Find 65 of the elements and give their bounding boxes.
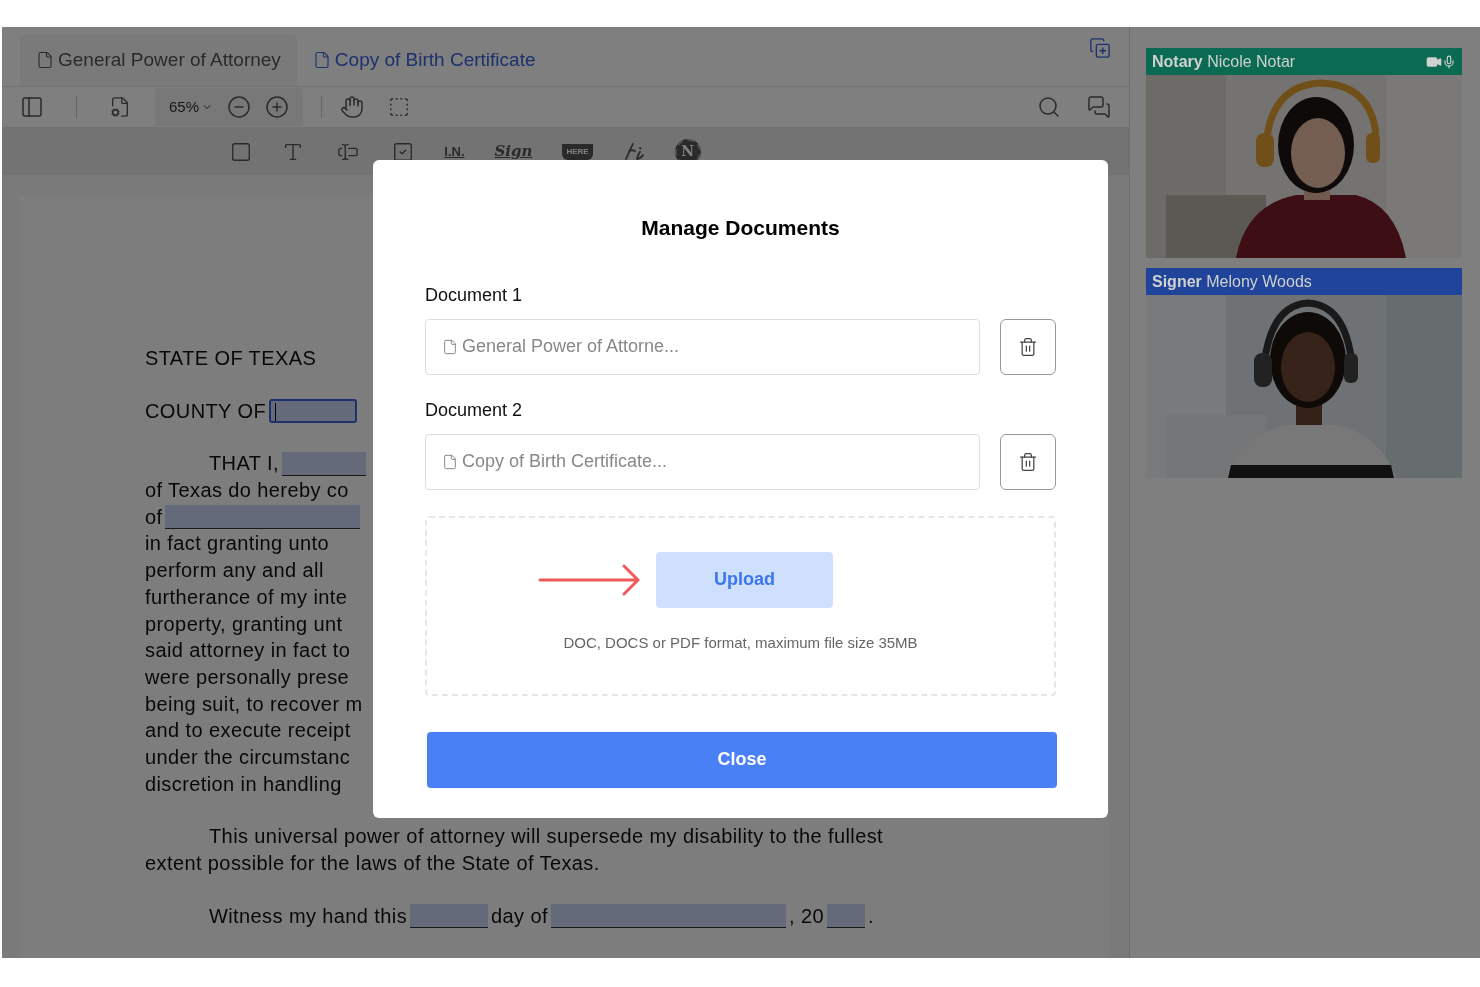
fill-in-field[interactable] — [550, 904, 786, 929]
document-text: of — [145, 504, 163, 530]
participant-label: Notary Nicole Notar — [1152, 51, 1296, 72]
comments-icon[interactable] — [1087, 95, 1111, 119]
participant-label: Signer Melony Woods — [1152, 271, 1312, 292]
document-name-field[interactable]: General Power of Attorne... — [425, 318, 980, 375]
document-text: furtherance of my inte — [145, 584, 348, 610]
fill-in-field[interactable] — [269, 399, 357, 424]
zoom-in-icon[interactable] — [265, 95, 290, 119]
document-text: THAT I, — [209, 451, 279, 477]
upload-button[interactable]: Upload — [656, 551, 833, 608]
search-icon[interactable] — [1037, 95, 1061, 119]
document-text: extent possible for the laws of the State of Texas. — [145, 851, 600, 876]
trash-icon — [1018, 451, 1038, 472]
document-text: of Texas do hereby co — [145, 478, 349, 504]
trash-icon — [1018, 336, 1038, 357]
upload-hint: DOC, DOCS or PDF format, maximum file size 35MB — [563, 632, 918, 653]
document-text: and to execute receipt — [145, 718, 351, 744]
dialog-title: Manage Documents — [640, 215, 841, 241]
document-text: perform any and all — [145, 558, 324, 584]
document-text: day of — [491, 903, 548, 929]
delete-button[interactable] — [1000, 433, 1056, 490]
fill-in-field[interactable] — [165, 505, 361, 530]
delete-button[interactable] — [1000, 318, 1056, 375]
document-name-field[interactable]: Copy of Birth Certificate... — [425, 433, 980, 490]
document-text: , 20 — [788, 903, 824, 929]
add-document-icon[interactable] — [1089, 37, 1111, 59]
fill-in-field[interactable] — [826, 904, 865, 929]
checkbox-tool-icon[interactable] — [392, 140, 415, 163]
document-text: said attorney in fact to — [145, 638, 351, 664]
document-label: Document 2 — [425, 398, 524, 422]
document-text: in fact granting unto — [145, 531, 330, 557]
close-button[interactable]: Close — [427, 731, 1057, 788]
upload-dropzone[interactable]: Upload DOC, DOCS or PDF format, maximum file size 35MB — [425, 515, 1056, 696]
sidebar-toggle-icon[interactable] — [20, 95, 44, 119]
initials-tool[interactable]: I.N. — [444, 141, 465, 162]
fill-in-field[interactable] — [410, 904, 489, 929]
here-stamp-tool[interactable]: HERE — [562, 143, 593, 160]
document-text: . — [867, 903, 874, 929]
document-label: Document 1 — [425, 283, 524, 307]
zoom-out-icon[interactable] — [227, 95, 252, 119]
file-icon — [442, 337, 458, 356]
document-text: COUNTY OF — [145, 398, 266, 424]
document-tab[interactable]: General Power of Attorney — [20, 34, 297, 86]
initials-script-icon[interactable] — [622, 140, 645, 163]
select-area-icon[interactable] — [388, 96, 411, 118]
document-text: STATE OF TEXAS — [145, 346, 317, 371]
file-icon — [36, 51, 54, 69]
document-text: under the circumstanc — [145, 744, 351, 770]
document-text: This universal power of attorney will supersede my disability to the fullest — [209, 824, 884, 850]
document-tab[interactable]: Copy of Birth Certificate — [296, 34, 552, 86]
file-icon — [312, 51, 331, 69]
zoom-dropdown[interactable]: 65% — [169, 95, 214, 119]
document-text: Witness my hand this — [209, 903, 408, 929]
file-icon — [442, 452, 458, 471]
document-text: were personally prese — [145, 664, 350, 690]
microphone-icon[interactable] — [1442, 53, 1456, 70]
pan-hand-icon[interactable] — [340, 95, 365, 119]
document-text: discretion in handling — [145, 771, 342, 797]
signature-tool[interactable]: Sign — [494, 140, 533, 163]
page-settings-icon[interactable] — [109, 96, 131, 118]
document-text: property, granting unt — [145, 611, 343, 637]
fill-in-field[interactable] — [281, 451, 366, 476]
rectangle-tool-icon[interactable] — [230, 140, 253, 163]
document-text: being suit, to recover m — [145, 691, 363, 717]
